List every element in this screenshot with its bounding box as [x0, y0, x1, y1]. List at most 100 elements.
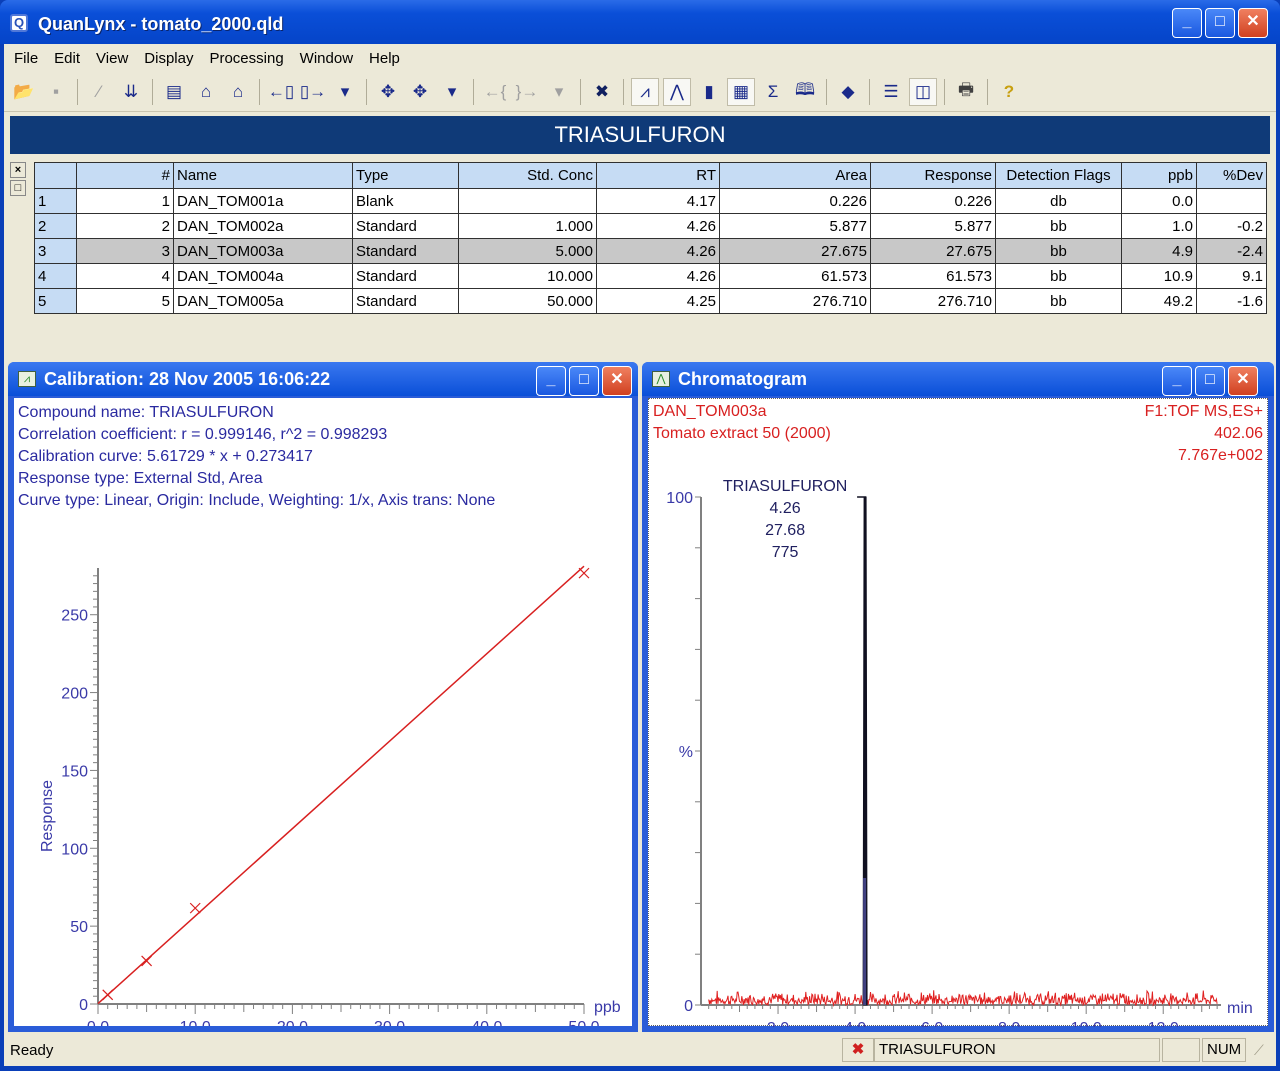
calibration-minimize-button[interactable]: _: [536, 366, 566, 396]
col-header-num[interactable]: #: [76, 162, 174, 189]
cell-sample-name[interactable]: DAN_TOM003a: [173, 238, 353, 264]
cell-sample-number[interactable]: 3: [76, 238, 174, 264]
cell-pct-dev[interactable]: [1196, 188, 1267, 214]
cell-ppb[interactable]: 49.2: [1121, 288, 1197, 314]
cell-detection-flags[interactable]: bb: [995, 213, 1122, 239]
menu-help[interactable]: Help: [369, 50, 400, 67]
grid-row[interactable]: 2 2 DAN_TOM002a Standard 1.000 4.26 5.877 5.877…: [34, 213, 1267, 239]
menu-processing[interactable]: Processing: [209, 50, 283, 67]
cell-retention-time[interactable]: 4.26: [596, 263, 720, 289]
cell-retention-time[interactable]: 4.17: [596, 188, 720, 214]
cell-pct-dev[interactable]: -2.4: [1196, 238, 1267, 264]
cell-ppb[interactable]: 1.0: [1121, 213, 1197, 239]
cell-sample-type[interactable]: Standard: [352, 263, 459, 289]
dropdown-icon[interactable]: ▾: [438, 78, 466, 106]
previous-sample-icon[interactable]: ←▯: [267, 78, 295, 106]
grid-close-button[interactable]: ×: [10, 162, 26, 178]
cell-retention-time[interactable]: 4.26: [596, 213, 720, 239]
cell-detection-flags[interactable]: bb: [995, 288, 1122, 314]
cell-std-conc[interactable]: 1.000: [458, 213, 597, 239]
menu-display[interactable]: Display: [144, 50, 193, 67]
cell-std-conc[interactable]: 50.000: [458, 288, 597, 314]
cell-std-conc[interactable]: 5.000: [458, 238, 597, 264]
grid-row[interactable]: 4 4 DAN_TOM004a Standard 10.000 4.26 61.573 61.…: [34, 263, 1267, 289]
cell-detection-flags[interactable]: bb: [995, 238, 1122, 264]
save-icon[interactable]: ▪: [42, 78, 70, 106]
cell-retention-time[interactable]: 4.26: [596, 238, 720, 264]
present-summary-icon[interactable]: ⌂: [224, 78, 252, 106]
cell-sample-name[interactable]: DAN_TOM002a: [173, 213, 353, 239]
book-icon[interactable]: 🕮: [791, 78, 819, 106]
chromatogram-close-button[interactable]: ✕: [1228, 366, 1258, 396]
next-sample-icon[interactable]: ▯→: [299, 78, 327, 106]
cell-retention-time[interactable]: 4.25: [596, 288, 720, 314]
cell-std-conc[interactable]: 10.000: [458, 263, 597, 289]
cell-row-header[interactable]: 4: [34, 263, 77, 289]
col-header-type[interactable]: Type: [352, 162, 459, 189]
table-view-icon[interactable]: ▦: [727, 77, 755, 106]
cell-area[interactable]: 27.675: [719, 238, 871, 264]
col-header-name[interactable]: Name: [173, 162, 353, 189]
print-icon[interactable]: 🖶: [952, 78, 980, 106]
cell-response[interactable]: 0.226: [870, 188, 996, 214]
calibration-chart[interactable]: 0 50 100 150 200 250 0.0 10.0 20.0 30.0 40.0 50.0 pp…: [14, 398, 632, 1026]
col-header-response[interactable]: Response: [870, 162, 996, 189]
menu-edit[interactable]: Edit: [54, 50, 80, 67]
tile-vertical-icon[interactable]: ◫: [909, 77, 937, 106]
cell-row-header[interactable]: 1: [34, 188, 77, 214]
close-button[interactable]: ✕: [1238, 8, 1268, 38]
cell-ppb[interactable]: 10.9: [1121, 263, 1197, 289]
col-header-area[interactable]: Area: [719, 162, 871, 189]
cell-response[interactable]: 5.877: [870, 213, 996, 239]
menu-file[interactable]: File: [14, 50, 38, 67]
cell-sample-name[interactable]: DAN_TOM005a: [173, 288, 353, 314]
col-header-row[interactable]: [34, 162, 77, 189]
summary-sigma-icon[interactable]: Σ: [759, 78, 787, 106]
help-icon[interactable]: ?: [995, 78, 1023, 106]
cell-sample-number[interactable]: 2: [76, 213, 174, 239]
cell-row-header[interactable]: 2: [34, 213, 77, 239]
cell-sample-name[interactable]: DAN_TOM001a: [173, 188, 353, 214]
cell-sample-type[interactable]: Standard: [352, 288, 459, 314]
cell-sample-type[interactable]: Standard: [352, 238, 459, 264]
open-folder-icon[interactable]: 📂: [10, 78, 38, 106]
grid-row[interactable]: 1 1 DAN_TOM001a Blank 4.17 0.226 0.226 db 0.0: [34, 188, 1267, 214]
cell-detection-flags[interactable]: bb: [995, 263, 1122, 289]
cell-pct-dev[interactable]: 9.1: [1196, 263, 1267, 289]
resize-grip[interactable]: ⟋: [1254, 1042, 1264, 1059]
method-book-icon[interactable]: ◆: [834, 78, 862, 106]
cell-response[interactable]: 61.573: [870, 263, 996, 289]
cell-sample-number[interactable]: 1: [76, 188, 174, 214]
grid-row[interactable]: 3 3 DAN_TOM003a Standard 5.000 4.26 27.675 27.6…: [34, 238, 1267, 264]
next-compound-icon[interactable]: ✥: [406, 78, 434, 106]
calibration-view-icon[interactable]: ⩘: [631, 77, 659, 106]
previous-group-icon[interactable]: ←{: [481, 78, 509, 106]
cell-area[interactable]: 61.573: [719, 263, 871, 289]
chromatogram-maximize-button[interactable]: □: [1195, 366, 1225, 396]
report-icon[interactable]: ▤: [160, 78, 188, 106]
previous-compound-icon[interactable]: ✥: [374, 78, 402, 106]
cell-area[interactable]: 5.877: [719, 213, 871, 239]
cell-ppb[interactable]: 0.0: [1121, 188, 1197, 214]
minimize-button[interactable]: _: [1172, 8, 1202, 38]
cell-sample-number[interactable]: 4: [76, 263, 174, 289]
cell-std-conc[interactable]: [458, 188, 597, 214]
chromatogram-view-icon[interactable]: ⋀: [663, 77, 691, 106]
cell-sample-number[interactable]: 5: [76, 288, 174, 314]
col-header-pct-dev[interactable]: %Dev: [1196, 162, 1267, 189]
cell-area[interactable]: 0.226: [719, 188, 871, 214]
cell-pct-dev[interactable]: -0.2: [1196, 213, 1267, 239]
cell-sample-type[interactable]: Blank: [352, 188, 459, 214]
compound-select-icon[interactable]: ✖: [588, 78, 616, 106]
cell-ppb[interactable]: 4.9: [1121, 238, 1197, 264]
bar-chart-icon[interactable]: ▮: [695, 78, 723, 106]
menu-view[interactable]: View: [96, 50, 128, 67]
calibration-maximize-button[interactable]: □: [569, 366, 599, 396]
cell-row-header[interactable]: 5: [34, 288, 77, 314]
maximize-button[interactable]: □: [1205, 8, 1235, 38]
next-group-icon[interactable]: }→: [513, 78, 541, 106]
col-header-ppb[interactable]: ppb: [1121, 162, 1197, 189]
grid-restore-button[interactable]: □: [10, 180, 26, 196]
process-samples-icon[interactable]: ⇊: [117, 78, 145, 106]
grid-row[interactable]: 5 5 DAN_TOM005a Standard 50.000 4.25 276.710 27…: [34, 288, 1267, 314]
